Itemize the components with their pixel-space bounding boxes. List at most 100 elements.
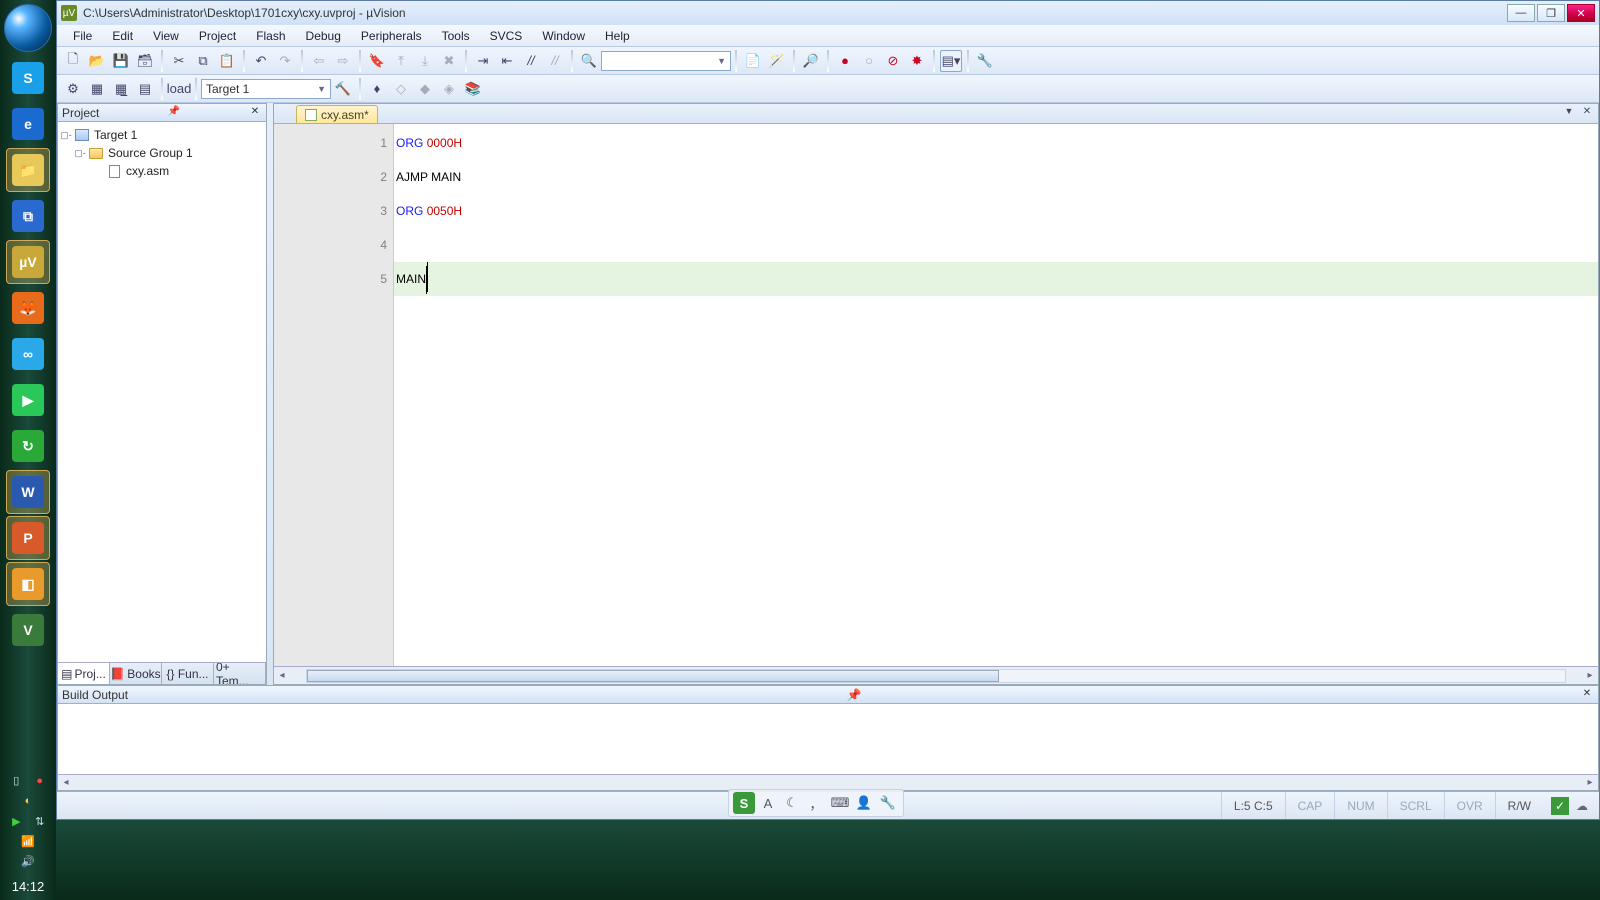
bookmark-prev-button[interactable]: ⤒: [390, 50, 412, 72]
taskbar-firefox-button[interactable]: 🦊: [6, 286, 50, 330]
options-button[interactable]: 🔨: [332, 78, 354, 100]
build-output-body[interactable]: [58, 704, 1598, 774]
menu-window[interactable]: Window: [532, 27, 595, 45]
menu-view[interactable]: View: [143, 27, 189, 45]
taskbar-uvision-button[interactable]: µV: [6, 240, 50, 284]
download-button[interactable]: load: [168, 78, 190, 100]
scroll-thumb[interactable]: [307, 670, 999, 682]
translate-button[interactable]: ⚙: [62, 78, 84, 100]
scroll-left-button[interactable]: ◂: [58, 777, 74, 788]
batch-build-button[interactable]: ▤: [134, 78, 156, 100]
manage-components-button[interactable]: ♦: [366, 78, 388, 100]
taskbar-media-button[interactable]: ▶: [6, 378, 50, 422]
taskbar-vs-button[interactable]: V: [6, 608, 50, 652]
menu-edit[interactable]: Edit: [102, 27, 143, 45]
nav-back-button[interactable]: ⇦: [308, 50, 330, 72]
ime-lang-button[interactable]: A: [757, 792, 779, 814]
editor-tabs-menu-button[interactable]: ▼: [1562, 106, 1576, 120]
save-all-button[interactable]: 🗃: [134, 50, 156, 72]
new-file-button[interactable]: 🗋: [62, 50, 84, 72]
nav-fwd-button[interactable]: ⇨: [332, 50, 354, 72]
select-packs-button[interactable]: ◇: [390, 78, 412, 100]
project-tab-templates[interactable]: 0+ Tem...: [214, 663, 266, 684]
taskbar-app1-button[interactable]: ◧: [6, 562, 50, 606]
uncomment-button[interactable]: //: [544, 50, 566, 72]
editor-body[interactable]: 12345 ORG 0000HAJMP MAINORG 0050HMAIN: [274, 124, 1598, 666]
taskbar-sync-button[interactable]: ↻: [6, 424, 50, 468]
project-tab-functions[interactable]: {} Fun...: [162, 663, 214, 684]
menu-peripherals[interactable]: Peripherals: [351, 27, 432, 45]
window-layout-button[interactable]: ▤▾: [940, 50, 962, 72]
save-button[interactable]: 💾: [110, 50, 132, 72]
tray-wifi-icon[interactable]: 📶: [20, 835, 36, 851]
close-icon[interactable]: ✕: [248, 106, 262, 120]
debug-sym-button[interactable]: 📄: [742, 50, 764, 72]
breakpoint-toggle-button[interactable]: ○: [858, 50, 880, 72]
taskbar-explorer-button[interactable]: 📁: [6, 148, 50, 192]
menu-flash[interactable]: Flash: [246, 27, 295, 45]
project-tab-books[interactable]: 📕 Books: [110, 663, 162, 684]
start-button[interactable]: [4, 4, 52, 52]
breakpoint-disable-button[interactable]: ⊘: [882, 50, 904, 72]
menu-debug[interactable]: Debug: [296, 27, 351, 45]
maximize-button[interactable]: ❐: [1537, 4, 1565, 22]
rte-button[interactable]: ◈: [438, 78, 460, 100]
taskbar-ie-button[interactable]: e: [6, 102, 50, 146]
ime-punct-button[interactable]: ，: [805, 792, 827, 814]
scroll-left-button[interactable]: ◂: [274, 670, 290, 681]
scroll-track[interactable]: [306, 669, 1566, 683]
editor-tab[interactable]: cxy.asm*: [296, 105, 378, 123]
bookmark-button[interactable]: 🔖: [366, 50, 388, 72]
taskbar-word-button[interactable]: W: [6, 470, 50, 514]
tray-flag-icon[interactable]: ✓: [1551, 797, 1569, 815]
indent-button[interactable]: ⇥: [472, 50, 494, 72]
menu-file[interactable]: File: [63, 27, 102, 45]
close-button[interactable]: ✕: [1567, 4, 1595, 22]
menu-tools[interactable]: Tools: [432, 27, 480, 45]
cut-button[interactable]: ✂: [168, 50, 190, 72]
code-line[interactable]: ORG 0000H: [394, 126, 1598, 160]
breakpoint-killall-button[interactable]: ✸: [906, 50, 928, 72]
ime-moon-icon[interactable]: ☾: [781, 792, 803, 814]
bookmark-next-button[interactable]: ⤓: [414, 50, 436, 72]
tree-target-node[interactable]: ▢- Target 1: [60, 126, 264, 144]
books-button[interactable]: 📚: [462, 78, 484, 100]
undo-button[interactable]: ↶: [250, 50, 272, 72]
scroll-right-button[interactable]: ▸: [1582, 777, 1598, 788]
tray-play-icon[interactable]: ▶: [8, 815, 24, 831]
tray-net-icon[interactable]: ⇅: [32, 815, 48, 831]
find-in-files-button[interactable]: 🔍: [578, 50, 600, 72]
breakpoint-insert-button[interactable]: ●: [834, 50, 856, 72]
menu-project[interactable]: Project: [189, 27, 246, 45]
ime-settings-button[interactable]: 🔧: [877, 792, 899, 814]
tray-record-icon[interactable]: ●: [32, 775, 48, 791]
find-combo[interactable]: ▼: [601, 51, 731, 71]
pack-installer-button[interactable]: ◆: [414, 78, 436, 100]
tray-vol-icon[interactable]: 🔊: [20, 855, 36, 871]
tree-collapse-icon[interactable]: ▢-: [74, 148, 86, 159]
menu-help[interactable]: Help: [595, 27, 640, 45]
build-output-header[interactable]: Build Output 📌 ✕: [58, 686, 1598, 704]
taskbar-baidu-button[interactable]: ∞: [6, 332, 50, 376]
taskbar-ppt-button[interactable]: P: [6, 516, 50, 560]
tree-collapse-icon[interactable]: ▢-: [60, 130, 72, 141]
paste-button[interactable]: 📋: [216, 50, 238, 72]
tray-upd-icon[interactable]: ◐: [20, 795, 36, 811]
close-icon[interactable]: ✕: [1580, 688, 1594, 702]
tray-cloud-icon[interactable]: ☁: [1573, 797, 1591, 815]
ime-softkb-button[interactable]: ⌨: [829, 792, 851, 814]
project-panel-header[interactable]: Project 📌 ✕: [58, 104, 266, 122]
debug-magnify-button[interactable]: 🔎: [800, 50, 822, 72]
configure-button[interactable]: 🔧: [974, 50, 996, 72]
ime-user-button[interactable]: 👤: [853, 792, 875, 814]
title-bar[interactable]: µV C:\Users\Administrator\Desktop\1701cx…: [57, 1, 1599, 25]
code-line[interactable]: AJMP MAIN: [394, 160, 1598, 194]
project-tree[interactable]: ▢- Target 1 ▢- Source Group 1 cxy.asm: [58, 122, 266, 662]
ime-toolbar[interactable]: S A ☾ ， ⌨ 👤 🔧: [728, 789, 904, 817]
build-button[interactable]: ▦: [86, 78, 108, 100]
rebuild-button[interactable]: ▦̲: [110, 78, 132, 100]
bookmark-clear-button[interactable]: ✖: [438, 50, 460, 72]
redo-button[interactable]: ↷: [274, 50, 296, 72]
editor-code[interactable]: ORG 0000HAJMP MAINORG 0050HMAIN: [394, 124, 1598, 666]
code-line[interactable]: ORG 0050H: [394, 194, 1598, 228]
